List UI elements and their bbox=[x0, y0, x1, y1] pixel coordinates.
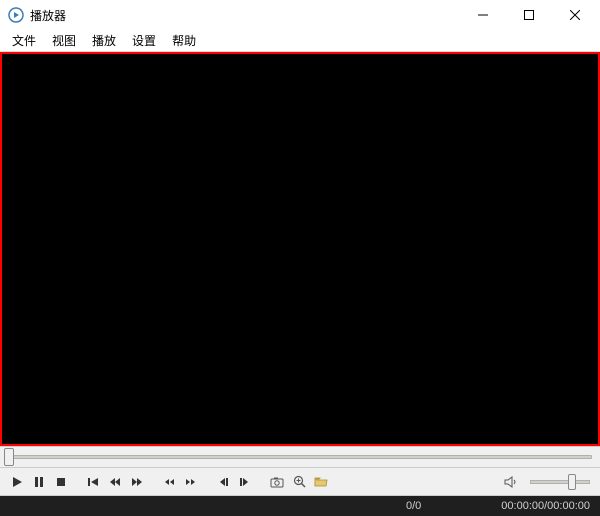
window-controls bbox=[460, 0, 598, 30]
snapshot-button[interactable] bbox=[268, 473, 286, 491]
prev-track-button[interactable] bbox=[84, 473, 102, 491]
play-button[interactable] bbox=[8, 473, 26, 491]
open-file-button[interactable] bbox=[312, 473, 330, 491]
video-display[interactable] bbox=[0, 52, 600, 446]
step-back-button[interactable] bbox=[214, 473, 232, 491]
time-display: 00:00:00/00:00:00 bbox=[501, 500, 590, 512]
seek-slider[interactable] bbox=[8, 455, 592, 459]
close-button[interactable] bbox=[552, 0, 598, 30]
menu-help[interactable]: 帮助 bbox=[164, 30, 204, 51]
menubar: 文件 视图 播放 设置 帮助 bbox=[0, 30, 600, 52]
pause-button[interactable] bbox=[30, 473, 48, 491]
statusbar: 0/0 00:00:00/00:00:00 bbox=[0, 496, 600, 516]
maximize-button[interactable] bbox=[506, 0, 552, 30]
stop-button[interactable] bbox=[52, 473, 70, 491]
titlebar: 播放器 bbox=[0, 0, 600, 30]
seek-thumb[interactable] bbox=[4, 448, 14, 466]
menu-view[interactable]: 视图 bbox=[44, 30, 84, 51]
fast-forward-button[interactable] bbox=[128, 473, 146, 491]
menu-file[interactable]: 文件 bbox=[4, 30, 44, 51]
step-forward-button[interactable] bbox=[236, 473, 254, 491]
zoom-button[interactable] bbox=[290, 473, 308, 491]
menu-play[interactable]: 播放 bbox=[84, 30, 124, 51]
app-icon bbox=[8, 7, 24, 23]
playlist-count: 0/0 bbox=[406, 500, 421, 512]
controls-row bbox=[0, 468, 600, 496]
volume-thumb[interactable] bbox=[568, 474, 576, 490]
window-title: 播放器 bbox=[30, 7, 66, 24]
volume-slider[interactable] bbox=[530, 480, 590, 484]
rewind-button[interactable] bbox=[106, 473, 124, 491]
skip-back-button[interactable] bbox=[160, 473, 178, 491]
minimize-button[interactable] bbox=[460, 0, 506, 30]
mute-button[interactable] bbox=[502, 473, 520, 491]
menu-settings[interactable]: 设置 bbox=[124, 30, 164, 51]
seekbar-row bbox=[0, 446, 600, 468]
skip-forward-button[interactable] bbox=[182, 473, 200, 491]
